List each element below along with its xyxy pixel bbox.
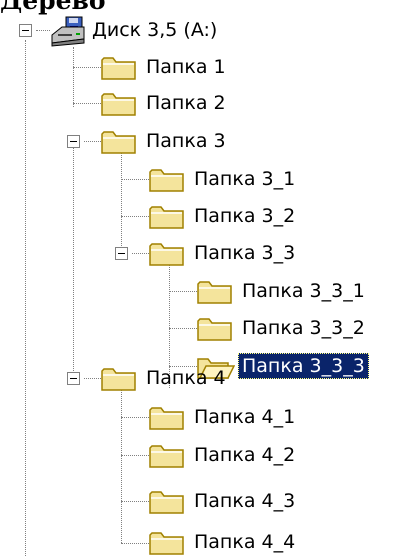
tree-line: [73, 103, 101, 104]
tree-line: [169, 291, 197, 292]
tree-item-papka-1[interactable]: Папка 1: [142, 54, 230, 80]
tree-item-papka-4-2[interactable]: Папка 4_2: [190, 442, 299, 468]
tree-line: [121, 417, 149, 418]
tree-line: [84, 141, 101, 142]
collapse-button-papka-3-3[interactable]: [115, 247, 128, 260]
folder-icon[interactable]: [149, 241, 185, 267]
clipped-heading: Дерево: [0, 0, 106, 15]
folder-icon[interactable]: [149, 405, 185, 431]
tree-line: [121, 455, 149, 456]
tree-item-papka-3-3-2[interactable]: Папка 3_3_2: [238, 315, 369, 341]
tree-item-papka-3-3[interactable]: Папка 3_3: [190, 240, 299, 266]
tree-line: [169, 328, 197, 329]
tree-item-papka-3-1[interactable]: Папка 3_1: [190, 166, 299, 192]
tree-line: [121, 501, 149, 502]
collapse-button-papka-4[interactable]: [67, 372, 80, 385]
tree-line: [121, 147, 122, 252]
tree-item-papka-2[interactable]: Папка 2: [142, 90, 230, 116]
tree-line: [84, 378, 101, 379]
tree-line: [73, 47, 74, 107]
folder-icon[interactable]: [149, 443, 185, 469]
tree-item-papka-3-3-1[interactable]: Папка 3_3_1: [238, 278, 369, 304]
folder-icon[interactable]: [149, 530, 185, 556]
tree-item-papka-4[interactable]: Папка 4: [142, 365, 230, 391]
collapse-button-root[interactable]: [19, 24, 32, 37]
tree-item-papka-4-3[interactable]: Папка 4_3: [190, 488, 299, 514]
tree-item-papka-3-3-3[interactable]: Папка 3_3_3: [238, 353, 369, 379]
floppy-drive-icon[interactable]: [50, 15, 86, 47]
tree-item-papka-4-1[interactable]: Папка 4_1: [190, 404, 299, 430]
tree-line: [132, 253, 149, 254]
tree-line: [25, 40, 26, 556]
folder-icon[interactable]: [101, 129, 137, 155]
folder-icon[interactable]: [149, 204, 185, 230]
tree-line: [121, 543, 149, 544]
folder-icon[interactable]: [149, 167, 185, 193]
folder-icon[interactable]: [101, 55, 137, 81]
tree-line: [121, 179, 149, 180]
tree-item-papka-3[interactable]: Папка 3: [142, 128, 230, 154]
folder-icon[interactable]: [101, 366, 137, 392]
folder-icon[interactable]: [197, 316, 233, 342]
folder-icon[interactable]: [101, 91, 137, 117]
tree-item-papka-3-2[interactable]: Папка 3_2: [190, 203, 299, 229]
tree-line: [36, 30, 50, 31]
collapse-button-papka-3[interactable]: [67, 135, 80, 148]
folder-icon[interactable]: [197, 279, 233, 305]
tree-line: [121, 216, 149, 217]
folder-icon[interactable]: [149, 489, 185, 515]
tree-line: [73, 67, 101, 68]
tree-item-root[interactable]: Диск 3,5 (A:): [88, 17, 221, 43]
tree-line: [121, 378, 122, 543]
tree-line: [73, 147, 74, 385]
tree-item-papka-4-4[interactable]: Папка 4_4: [190, 529, 299, 555]
